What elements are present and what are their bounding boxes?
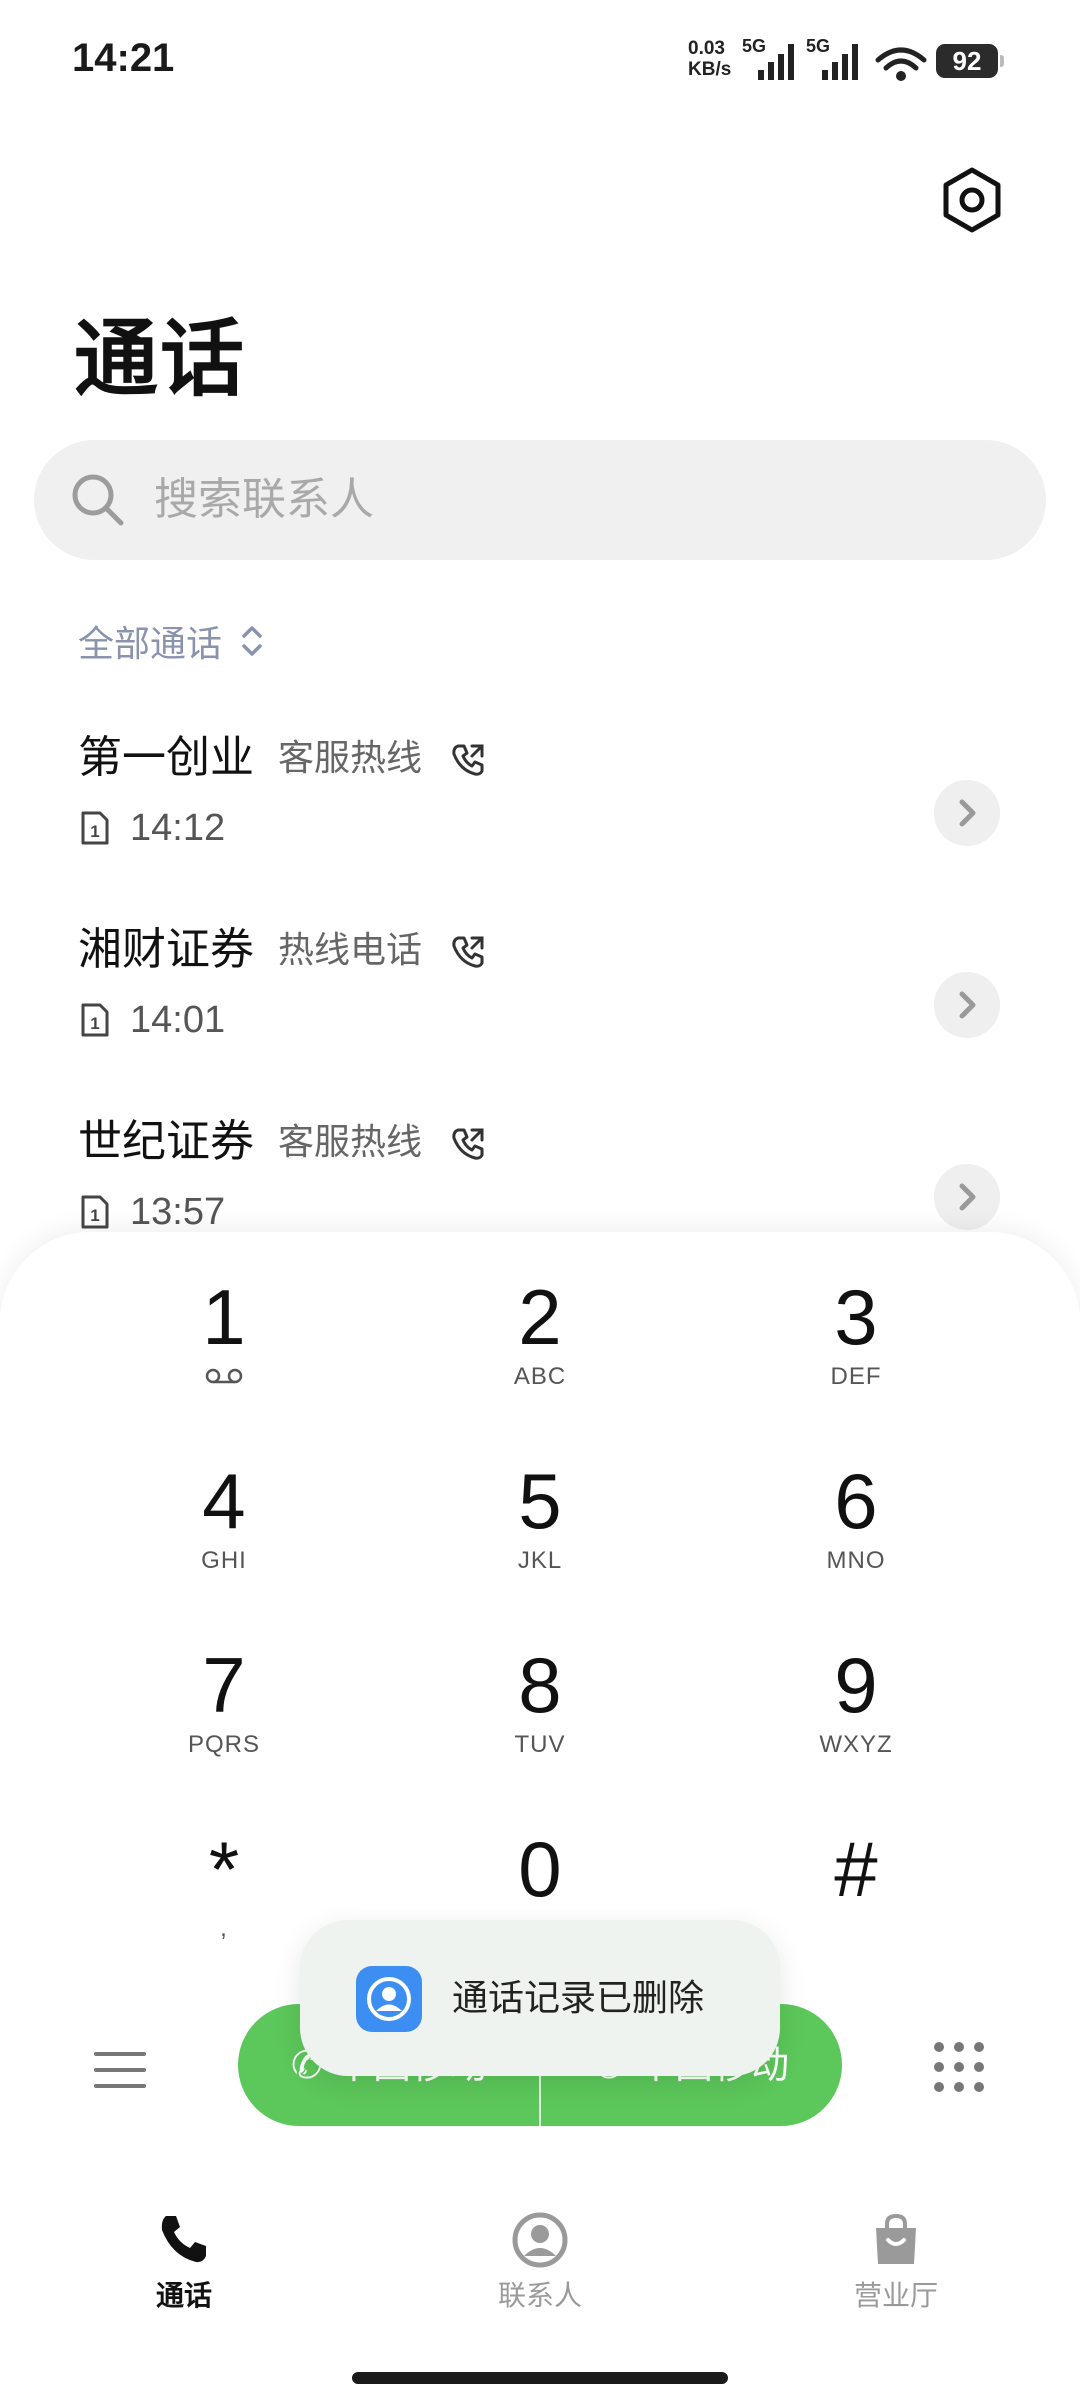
key-digit: 3 — [834, 1273, 878, 1361]
key-digit: 7 — [202, 1641, 246, 1729]
wifi-icon — [875, 47, 927, 81]
voicemail-icon — [205, 1368, 243, 1384]
outgoing-call-icon — [452, 744, 484, 776]
network-speed-unit: KB/s — [688, 59, 732, 80]
key-letters: TUV — [514, 1731, 566, 1758]
chevron-right-icon — [959, 1183, 976, 1211]
key-letters: JKL — [517, 1547, 563, 1574]
dialpad-key-4[interactable]: 4 GHI — [74, 1456, 374, 1616]
sim1-signal-icon: 5G — [742, 36, 794, 80]
key-letters: GHI — [201, 1547, 247, 1574]
key-letters: WXYZ — [819, 1731, 893, 1758]
search-icon — [72, 474, 124, 526]
dialpad-key-9[interactable]: 9 WXYZ — [706, 1640, 1006, 1800]
dialpad-key-7[interactable]: 7 PQRS — [74, 1640, 374, 1800]
call-log-item[interactable]: 第一创业 客服热线 1 14:12 — [0, 728, 1080, 898]
key-digit: 1 — [202, 1273, 246, 1361]
contact-icon — [512, 2212, 568, 2268]
call-contact-tag: 热线电话 — [278, 930, 423, 971]
battery-indicator: 92 — [936, 44, 1004, 78]
dialpad-key-5[interactable]: 5 JKL — [390, 1456, 690, 1616]
phone-icon — [161, 2216, 206, 2263]
key-digit: 8 — [518, 1641, 562, 1729]
toast-notification: 通话记录已删除 — [300, 1920, 780, 2076]
home-indicator[interactable] — [352, 2372, 728, 2384]
sim-card-icon: 1 — [81, 811, 109, 845]
sim-slot-number: 1 — [90, 1014, 99, 1033]
call-time: 14:01 — [130, 999, 226, 1041]
sim1-network-type: 5G — [742, 36, 766, 56]
key-digit: 2 — [518, 1273, 562, 1361]
nav-tab-contacts[interactable]: 联系人 — [420, 2210, 660, 2330]
call-contact-name: 世纪证券 — [78, 1116, 254, 1167]
menu-icon[interactable] — [94, 2050, 146, 2090]
call-detail-button[interactable] — [934, 972, 1000, 1038]
bottom-navigation: 通话 联系人 营业厅 — [0, 2180, 1080, 2400]
dialpad-key-1[interactable]: 1 — [74, 1272, 374, 1432]
nav-label-store: 营业厅 — [853, 2279, 938, 2312]
keypad-grid-icon[interactable] — [932, 2040, 986, 2094]
sim-card-icon: 1 — [81, 1195, 109, 1229]
call-filter-label: 全部通话 — [78, 624, 223, 665]
sim2-network-type: 5G — [806, 36, 830, 56]
call-contact-tag: 客服热线 — [278, 1122, 423, 1163]
sim2-signal-icon: 5G — [806, 36, 858, 80]
status-bar: 14:21 0.03 KB/s 5G 5G 92 — [0, 0, 1080, 120]
sim-slot-number: 1 — [90, 822, 99, 841]
dialpad-key-6[interactable]: 6 MNO — [706, 1456, 1006, 1616]
key-digit: 9 — [834, 1641, 878, 1729]
network-speed: 0.03 KB/s — [688, 38, 738, 80]
outgoing-call-icon — [452, 1128, 484, 1160]
sim-slot-number: 1 — [90, 1206, 99, 1225]
nav-label-contacts: 联系人 — [497, 2279, 582, 2312]
network-speed-value: 0.03 — [688, 38, 725, 59]
key-digit: 4 — [202, 1457, 246, 1545]
call-detail-button[interactable] — [934, 1164, 1000, 1230]
shopping-bag-icon — [876, 2213, 916, 2264]
call-detail-button[interactable] — [934, 780, 1000, 846]
key-letters: DEF — [830, 1363, 882, 1390]
search-input[interactable]: 搜索联系人 — [34, 440, 1046, 560]
call-contact-tag: 客服热线 — [278, 738, 423, 779]
outgoing-call-icon — [452, 936, 484, 968]
sort-chevrons-icon — [242, 626, 262, 656]
call-time: 14:12 — [130, 807, 226, 849]
search-placeholder: 搜索联系人 — [154, 474, 374, 525]
key-digit: # — [834, 1825, 878, 1913]
contacts-app-icon — [356, 1966, 422, 2032]
key-digit: 5 — [518, 1457, 562, 1545]
dialpad-key-3[interactable]: 3 DEF — [706, 1272, 1006, 1432]
chevron-right-icon — [959, 991, 976, 1019]
nav-tab-calls[interactable]: 通话 — [64, 2210, 304, 2330]
call-contact-name: 湘财证券 — [78, 924, 254, 975]
hexagon-settings-icon[interactable] — [938, 166, 1006, 234]
key-letters: MNO — [826, 1547, 886, 1574]
call-log-item[interactable]: 湘财证券 热线电话 1 14:01 — [0, 920, 1080, 1090]
key-letters: ABC — [513, 1363, 567, 1390]
key-digit: 0 — [518, 1825, 562, 1913]
call-contact-name: 第一创业 — [78, 732, 254, 783]
key-digit: 6 — [834, 1457, 878, 1545]
dialpad-key-8[interactable]: 8 TUV — [390, 1640, 690, 1800]
dialpad-key-2[interactable]: 2 ABC — [390, 1272, 690, 1432]
toast-message: 通话记录已删除 — [452, 1978, 705, 2019]
nav-tab-store[interactable]: 营业厅 — [776, 2210, 1016, 2330]
status-time: 14:21 — [72, 36, 175, 80]
key-letters: PQRS — [187, 1731, 260, 1758]
nav-label-calls: 通话 — [155, 2279, 212, 2312]
call-filter-dropdown[interactable]: 全部通话 — [78, 616, 264, 666]
page-title: 通话 — [74, 310, 247, 408]
chevron-right-icon — [959, 799, 976, 827]
key-digit: * — [208, 1825, 240, 1913]
sim-card-icon: 1 — [81, 1003, 109, 1037]
